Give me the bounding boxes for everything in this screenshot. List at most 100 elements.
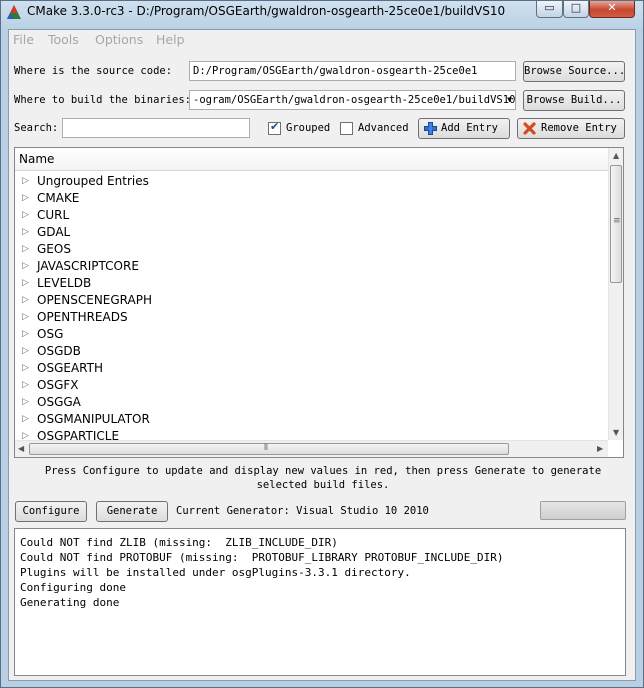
tree-item[interactable]: ▷ OSGEARTH (15, 360, 608, 377)
browse-source-button[interactable]: Browse Source... (523, 61, 625, 82)
tree-item[interactable]: ▷ LEVELDB (15, 275, 608, 292)
menu-bar: File Tools Options Help (9, 30, 635, 49)
scroll-left-icon[interactable]: ◀ (18, 444, 24, 453)
tree-item-label: OSGGA (37, 395, 81, 409)
expand-triangle-icon[interactable]: ▷ (22, 363, 29, 373)
title-bar[interactable]: CMake 3.3.0-rc3 - D:/Program/OSGEarth/gw… (1, 1, 643, 23)
tree-item[interactable]: ▷ GEOS (15, 241, 608, 258)
horizontal-scrollbar[interactable]: ◀ ⦀ ▶ (15, 440, 608, 457)
expand-triangle-icon[interactable]: ▷ (22, 312, 29, 322)
tree-item-label: LEVELDB (37, 276, 92, 290)
output-log[interactable]: Could NOT find ZLIB (missing: ZLIB_INCLU… (14, 528, 626, 676)
tree-item-label: OPENSCENEGRAPH (37, 293, 152, 307)
tree-item[interactable]: ▷ OSGMANIPULATOR (15, 411, 608, 428)
expand-triangle-icon[interactable]: ▷ (22, 244, 29, 254)
tree-item[interactable]: ▷ OPENTHREADS (15, 309, 608, 326)
grip-icon: ≡ (613, 216, 621, 226)
remove-entry-label: Remove Entry (541, 122, 617, 134)
configure-button[interactable]: Configure (15, 501, 87, 522)
expand-triangle-icon[interactable]: ▷ (22, 380, 29, 390)
tree-item-label: OSGEARTH (37, 361, 103, 375)
remove-entry-button[interactable]: Remove Entry (517, 118, 625, 139)
expand-triangle-icon[interactable]: ▷ (22, 193, 29, 203)
advanced-checkbox[interactable] (340, 122, 353, 135)
instruction-text: Press Configure to update and display ne… (44, 465, 602, 491)
plus-icon (424, 122, 437, 135)
expand-triangle-icon[interactable]: ▷ (22, 414, 29, 424)
tree-item[interactable]: ▷ OSG (15, 326, 608, 343)
tree-item[interactable]: ▷ OSGGA (15, 394, 608, 411)
client-area: File Tools Options Help Where is the sou… (8, 29, 636, 681)
menu-options[interactable]: Options (95, 32, 143, 47)
tree-item-label: GDAL (37, 225, 71, 239)
tree-item-label: Ungrouped Entries (37, 174, 149, 188)
maximize-button[interactable]: □ (563, 1, 589, 18)
minimize-button[interactable]: ▭ (536, 1, 563, 18)
expand-triangle-icon[interactable]: ▷ (22, 329, 29, 339)
browse-build-button[interactable]: Browse Build... (523, 90, 625, 111)
column-header: Name (19, 152, 55, 166)
expand-triangle-icon[interactable]: ▷ (22, 261, 29, 271)
window-title: CMake 3.3.0-rc3 - D:/Program/OSGEarth/gw… (27, 4, 506, 18)
horizontal-scroll-thumb[interactable]: ⦀ (29, 443, 509, 455)
expand-triangle-icon[interactable]: ▷ (22, 278, 29, 288)
scroll-right-icon[interactable]: ▶ (597, 444, 603, 453)
tree-item[interactable]: ▷ GDAL (15, 224, 608, 241)
expand-triangle-icon[interactable]: ▷ (22, 295, 29, 305)
add-entry-button[interactable]: Add Entry (418, 118, 510, 139)
build-path-combo[interactable]: -ogram/OSGEarth/gwaldron-osgearth-25ce0e… (189, 90, 516, 110)
scroll-down-icon[interactable]: ▼ (613, 428, 619, 437)
tree-item-label: GEOS (37, 242, 71, 256)
tree-header-name[interactable]: Name (15, 148, 608, 171)
cmake-window: CMake 3.3.0-rc3 - D:/Program/OSGEarth/gw… (0, 0, 644, 688)
source-path-field[interactable]: D:/Program/OSGEarth/gwaldron-osgearth-25… (189, 61, 516, 81)
tree-item-label: OSGMANIPULATOR (37, 412, 150, 426)
scroll-up-icon[interactable]: ▲ (613, 151, 619, 160)
build-path-value: -ogram/OSGEarth/gwaldron-osgearth-25ce0e… (193, 94, 516, 106)
search-label: Search: (14, 122, 59, 134)
tree-item[interactable]: ▷ CURL (15, 207, 608, 224)
tree-item[interactable]: ▷ JAVASCRIPTCORE (15, 258, 608, 275)
grouped-label: Grouped (286, 122, 331, 134)
tree-item-label: JAVASCRIPTCORE (37, 259, 139, 273)
menu-file[interactable]: File (13, 32, 34, 47)
tree-item[interactable]: ▷ CMAKE (15, 190, 608, 207)
log-line: Generating done (20, 596, 120, 609)
menu-tools[interactable]: Tools (48, 32, 79, 47)
tree-item-label: OSGFX (37, 378, 79, 392)
current-generator-label: Current Generator: Visual Studio 10 2010 (176, 505, 429, 517)
tree-item[interactable]: ▷ OSGDB (15, 343, 608, 360)
tree-item-label: OPENTHREADS (37, 310, 128, 324)
vertical-scroll-thumb[interactable]: ≡ (610, 165, 622, 283)
tree-item-label: OSGDB (37, 344, 81, 358)
expand-triangle-icon[interactable]: ▷ (22, 346, 29, 356)
build-label: Where to build the binaries: (14, 94, 192, 106)
source-label: Where is the source code: (14, 65, 173, 77)
add-entry-label: Add Entry (441, 122, 498, 134)
expand-triangle-icon[interactable]: ▷ (22, 227, 29, 237)
expand-triangle-icon[interactable]: ▷ (22, 397, 29, 407)
cache-tree-view[interactable]: Name ▷ Ungrouped Entries ▷ CMAKE ▷ CURL ▷ GDAL ▷… (14, 147, 624, 458)
grouped-checkbox[interactable]: ✔ (268, 120, 281, 135)
chevron-down-icon[interactable]: ▼ (507, 91, 512, 109)
tree-item[interactable]: ▷ OSGFX (15, 377, 608, 394)
tree-item-label: OSG (37, 327, 64, 341)
tree-item[interactable]: ▷ OPENSCENEGRAPH (15, 292, 608, 309)
log-line: Could NOT find ZLIB (missing: ZLIB_INCLU… (20, 536, 338, 549)
tree-item[interactable]: ▷ Ungrouped Entries (15, 173, 608, 190)
search-input[interactable] (62, 118, 250, 138)
vertical-scrollbar[interactable]: ▲ ≡ ▼ (608, 148, 623, 440)
menu-help[interactable]: Help (156, 32, 185, 47)
grip-icon: ⦀ (264, 443, 268, 453)
tree-item-label: CURL (37, 208, 70, 222)
cmake-app-icon (7, 5, 21, 19)
close-button[interactable]: ✕ (589, 1, 635, 18)
log-line: Plugins will be installed under osgPlugi… (20, 566, 411, 579)
log-line: Could NOT find PROTOBUF (missing: PROTOB… (20, 551, 504, 564)
expand-triangle-icon[interactable]: ▷ (22, 210, 29, 220)
expand-triangle-icon[interactable]: ▷ (22, 176, 29, 186)
advanced-label: Advanced (358, 122, 409, 134)
generate-button[interactable]: Generate (96, 501, 168, 522)
log-line: Configuring done (20, 581, 126, 594)
progress-bar (540, 501, 626, 520)
